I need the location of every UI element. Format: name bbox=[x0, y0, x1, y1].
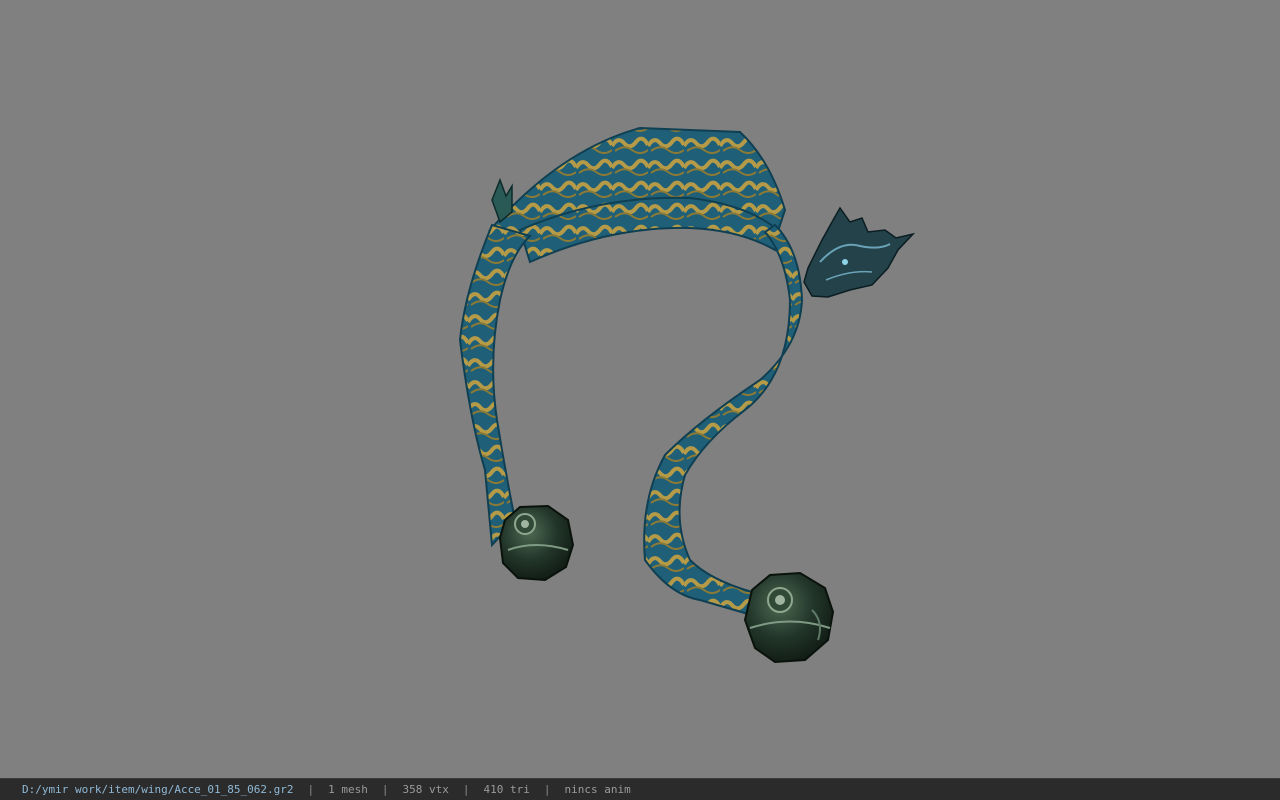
bell-right bbox=[743, 571, 835, 664]
triangle-count: 410 tri bbox=[483, 783, 530, 796]
ribbon-right bbox=[643, 223, 804, 616]
separator: | bbox=[462, 783, 470, 796]
mesh-count: 1 mesh bbox=[328, 783, 368, 796]
dragon-head-ornament bbox=[803, 206, 916, 298]
status-bar: D:/ymir work/item/wing/Acce_01_85_062.gr… bbox=[0, 778, 1280, 800]
ribbon-left bbox=[458, 223, 532, 548]
model-render bbox=[458, 126, 916, 664]
bell-left bbox=[498, 504, 575, 582]
3d-viewport[interactable] bbox=[0, 0, 1280, 778]
file-path: D:/ymir work/item/wing/Acce_01_85_062.gr… bbox=[22, 783, 294, 796]
separator: | bbox=[307, 783, 315, 796]
vertex-count: 358 vtx bbox=[402, 783, 449, 796]
separator: | bbox=[543, 783, 551, 796]
separator: | bbox=[381, 783, 389, 796]
animation-status: nincs anim bbox=[564, 783, 631, 796]
